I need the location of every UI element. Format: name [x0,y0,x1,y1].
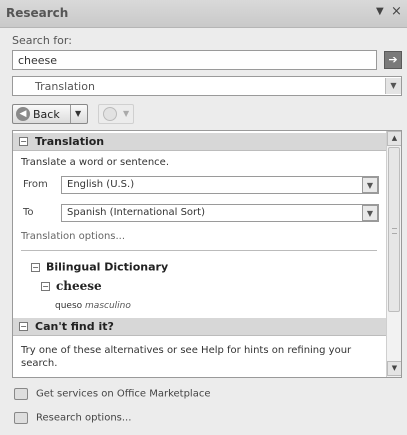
dictionary-word: cheese [56,279,102,293]
cant-find-header-label: Can't find it? [35,320,114,333]
from-label: From [23,179,48,190]
service-select-value: Translation [35,80,95,93]
arrow-right-icon: ➔ [388,53,398,66]
pane-title: Research [6,6,69,20]
back-divider [70,105,71,123]
bilingual-dictionary-header[interactable]: − Bilingual Dictionary [31,260,168,274]
start-search-button[interactable]: ➔ [384,51,402,69]
dictionary-word-header[interactable]: − cheese [41,279,102,293]
research-options-link[interactable]: Research options... [14,412,131,424]
search-label: Search for: [12,34,72,47]
scroll-up-icon[interactable]: ▲ [387,131,401,146]
pane-menu-dropdown-icon[interactable]: ▼ [376,6,384,17]
arrow-right-icon [103,107,117,121]
office-marketplace-link[interactable]: Get services on Office Marketplace [14,388,211,400]
dictionary-entry: queso masculino [55,301,131,311]
translation-gender: masculino [85,301,131,311]
cant-find-text-line1: Try one of these alternatives or see Hel… [21,345,352,356]
forward-button[interactable]: ▼ [98,104,134,124]
collapse-icon[interactable]: − [19,137,28,146]
translation-word: queso [55,301,83,311]
chevron-down-icon[interactable]: ▼ [362,205,378,221]
back-label: Back [33,108,60,121]
scrollbar-thumb[interactable] [388,147,400,312]
pane-close-icon[interactable]: × [391,4,402,19]
forward-history-dropdown-icon[interactable]: ▼ [123,109,129,118]
bilingual-dictionary-label: Bilingual Dictionary [46,260,169,274]
cant-find-section-header[interactable]: − Can't find it? [13,318,386,336]
results-scrollbar[interactable]: ▲ ▼ [386,131,401,377]
arrow-left-icon: ◀ [16,107,30,121]
from-language-select[interactable]: English (U.S.) ▼ [61,176,379,194]
cant-find-text-line2: search. [21,358,58,369]
service-select[interactable]: Translation ▼ [12,76,402,96]
pane-titlebar: Research ▼ × [0,0,407,28]
from-language-value: English (U.S.) [67,179,135,190]
translation-header-label: Translation [35,135,105,148]
scroll-down-icon[interactable]: ▼ [387,361,401,376]
section-divider [21,250,377,251]
to-language-select[interactable]: Spanish (International Sort) ▼ [61,204,379,222]
research-options-label: Research options... [36,412,132,424]
chevron-down-icon[interactable]: ▼ [385,78,401,94]
collapse-icon[interactable]: − [31,262,40,272]
to-language-value: Spanish (International Sort) [67,207,205,218]
back-button[interactable]: ◀ Back ▼ [12,104,88,124]
back-history-dropdown-icon[interactable]: ▼ [75,109,81,118]
results-panel: − Translation Translate a word or senten… [12,130,402,378]
research-options-icon [14,412,28,424]
marketplace-icon [14,388,28,400]
office-marketplace-label: Get services on Office Marketplace [36,388,211,400]
search-input[interactable] [12,50,377,70]
chevron-down-icon[interactable]: ▼ [362,177,378,193]
translation-options-link[interactable]: Translation options... [21,231,125,242]
collapse-icon[interactable]: − [19,322,28,331]
collapse-icon[interactable]: − [41,281,50,291]
translation-description: Translate a word or sentence. [21,157,169,168]
grip-icon [392,228,397,234]
translation-section-header[interactable]: − Translation [13,133,386,151]
to-label: To [23,207,34,218]
